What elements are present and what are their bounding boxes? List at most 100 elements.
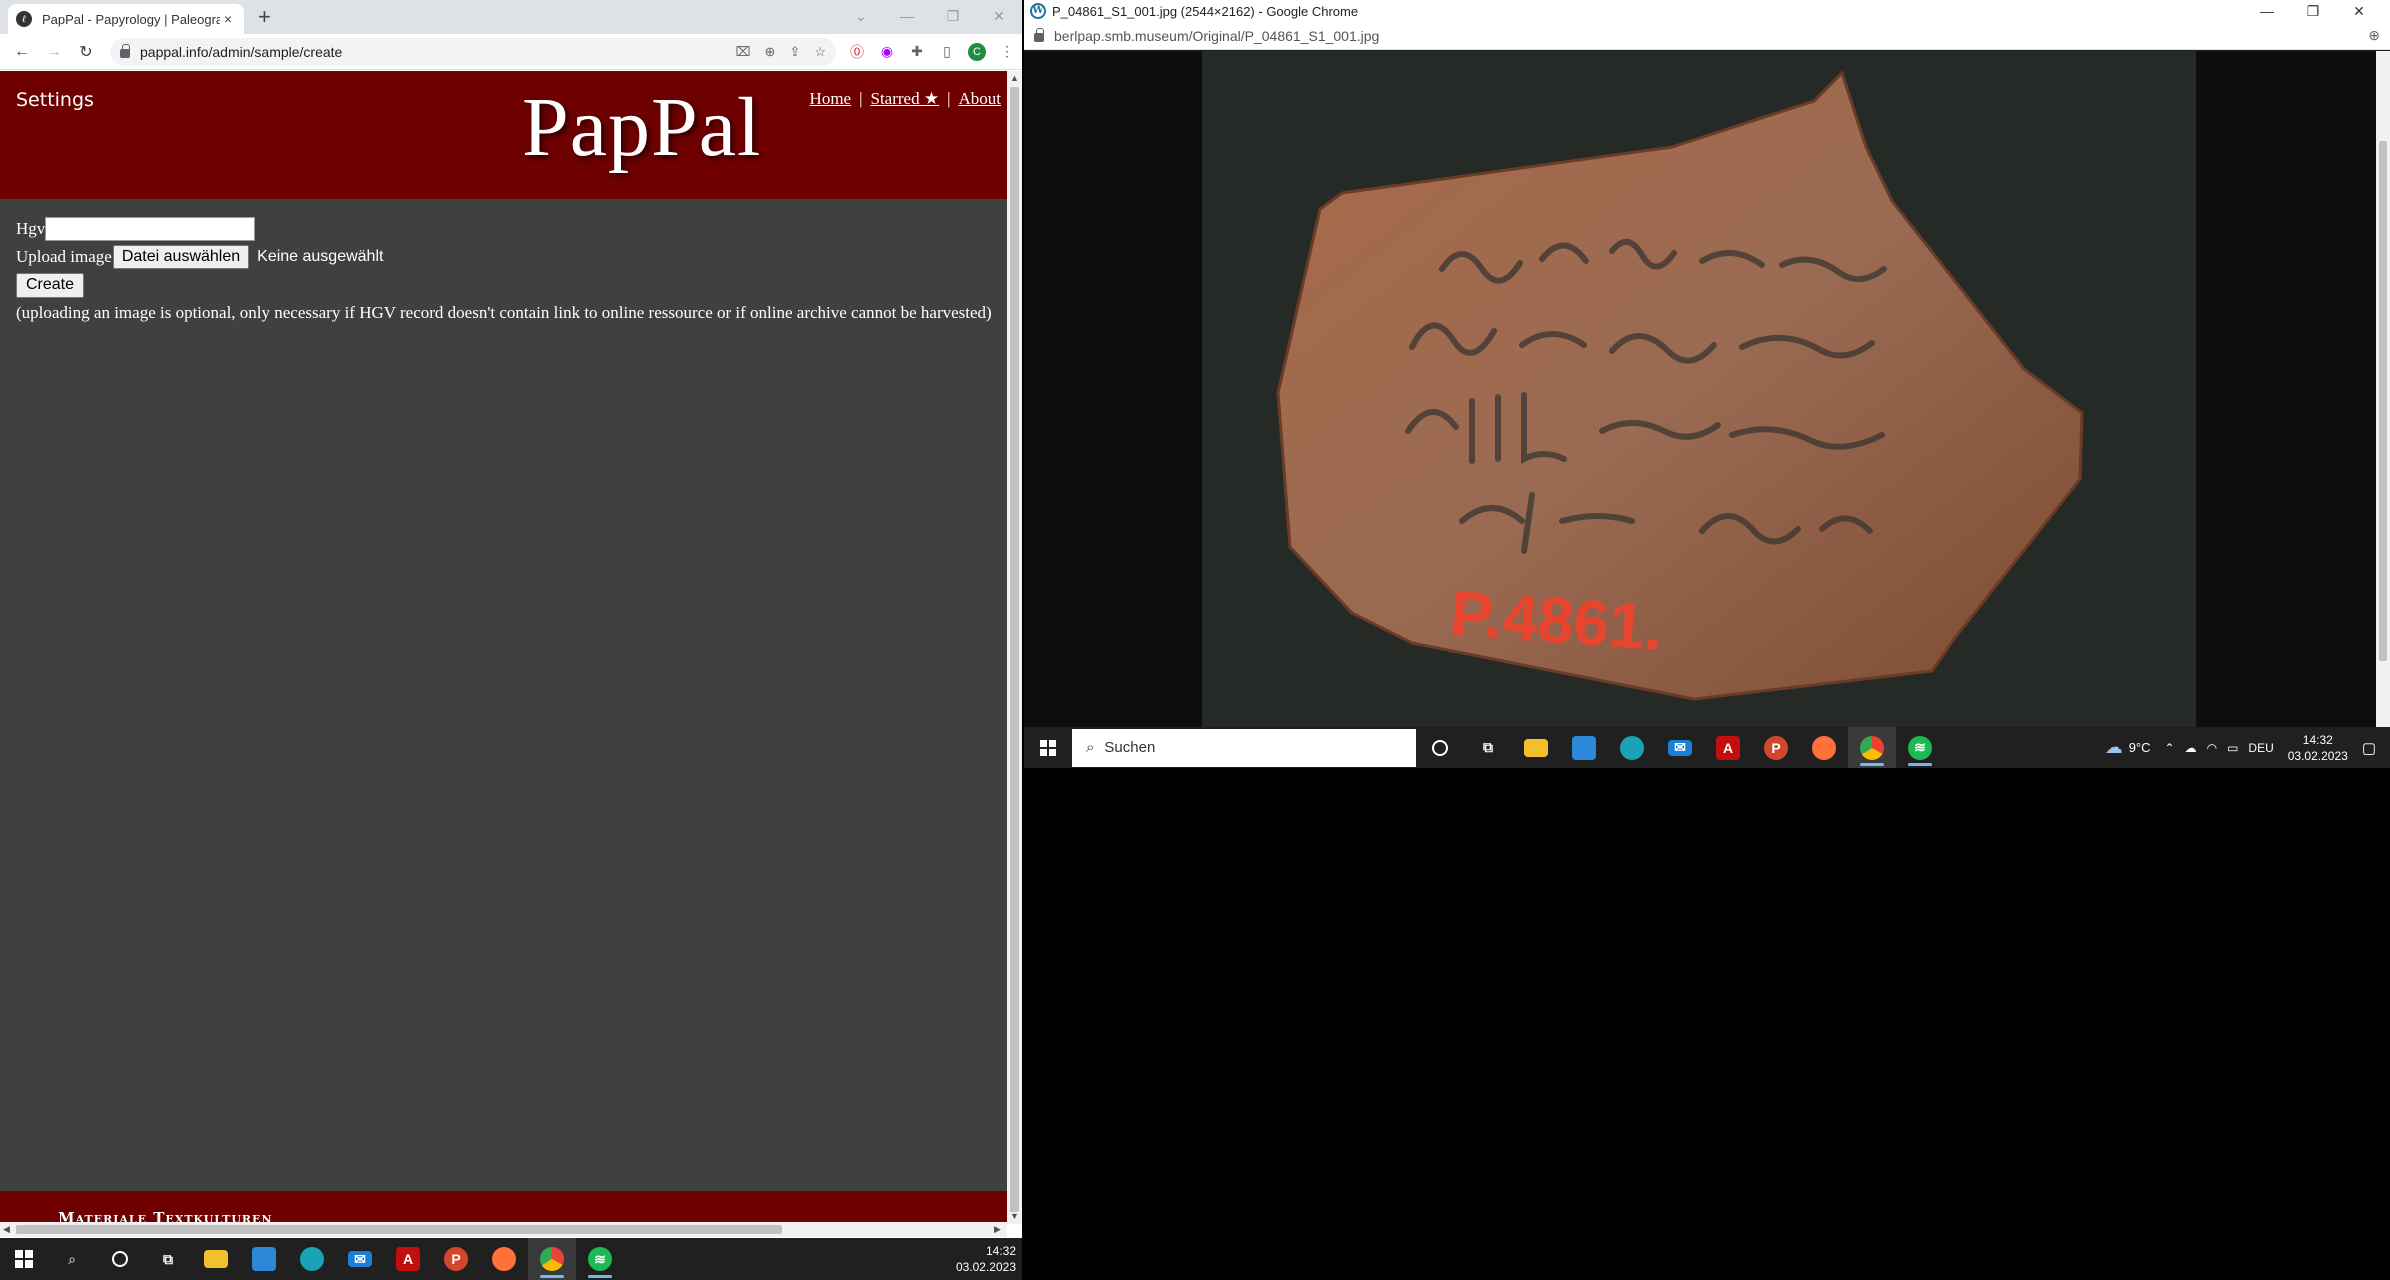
wordpress-favicon-icon: W (1030, 3, 1046, 19)
right-title-bar: W P_04861_S1_001.jpg (2544×2162) - Googl… (1024, 0, 2390, 22)
scroll-down-icon[interactable]: ▼ (1010, 1211, 1019, 1221)
right-address-bar[interactable]: berlpap.smb.museum/Original/P_04861_S1_0… (1024, 22, 2390, 50)
right-browser-window: W P_04861_S1_001.jpg (2544×2162) - Googl… (1024, 0, 2390, 768)
site-logo[interactable]: PapPal (522, 79, 761, 176)
right-start-windows-icon[interactable] (1024, 727, 1072, 768)
close-window-button[interactable]: ✕ (976, 2, 1022, 30)
extension-purple-icon[interactable]: ◉ (872, 43, 902, 60)
tray-chevron-icon[interactable]: ⌃ (2165, 741, 2175, 755)
mail-icon[interactable]: ✉ (336, 1238, 384, 1280)
tab-title: PapPal - Papyrology | Paleograph (42, 11, 220, 27)
right-firefox-icon[interactable] (1800, 727, 1848, 768)
cortana-icon[interactable] (96, 1238, 144, 1280)
chrome-icon[interactable] (528, 1238, 576, 1280)
page-content: Settings PapPal Home | Starred ★ | About Hgv… (0, 71, 1007, 1224)
vertical-scrollbar[interactable]: ▲ ▼ (1007, 71, 1022, 1224)
nav-about-link[interactable]: About (959, 89, 1002, 108)
scroll-right-icon[interactable]: ▶ (994, 1224, 1001, 1235)
forward-icon[interactable]: → (38, 43, 70, 61)
acrobat-icon[interactable]: A (384, 1238, 432, 1280)
weather-widget[interactable]: ☁ 9°C (2105, 737, 2151, 758)
tab-search-icon[interactable]: ⌄ (838, 2, 884, 30)
tab-pappal[interactable]: ℓ PapPal - Papyrology | Paleograph × (8, 4, 244, 34)
right-clock-time: 14:32 (2302, 732, 2333, 747)
back-icon[interactable]: ← (6, 43, 38, 61)
ostracon-inventory-label: P.4861. (1448, 577, 1665, 664)
horizontal-scroll-thumb[interactable] (16, 1225, 782, 1234)
edge-icon[interactable] (288, 1238, 336, 1280)
minimize-button[interactable]: — (884, 2, 930, 30)
side-panel-icon[interactable]: ▯ (932, 43, 962, 60)
taskbar-search-icon: ⌕ (1086, 739, 1095, 756)
battery-icon[interactable]: ▭ (2227, 741, 2238, 755)
nav-home-link[interactable]: Home (810, 89, 852, 108)
scroll-up-icon[interactable]: ▲ (1010, 73, 1019, 83)
right-zoom-icon[interactable]: ⊕ (2368, 27, 2380, 44)
lock-icon (120, 44, 130, 58)
right-file-explorer-icon[interactable] (1512, 727, 1560, 768)
task-view-icon[interactable]: ⧉ (144, 1238, 192, 1280)
notification-icon[interactable]: ▢ (2362, 739, 2376, 757)
image-viewer: P.4861. (1024, 51, 2376, 727)
menu-kebab-icon[interactable]: ⋮ (992, 43, 1022, 60)
right-edge-icon[interactable] (1608, 727, 1656, 768)
wifi-icon[interactable]: ◠ (2207, 741, 2217, 755)
hgv-input[interactable] (45, 217, 256, 241)
right-spotify-icon[interactable]: ≋ (1896, 727, 1944, 768)
extensions-puzzle-icon[interactable]: ✚ (902, 43, 932, 60)
right-lock-icon (1034, 28, 1044, 42)
extension-red-icon[interactable]: ⓪ (842, 42, 872, 62)
search-icon[interactable]: ⌕ (48, 1238, 96, 1280)
right-acrobat-icon[interactable]: A (1704, 727, 1752, 768)
address-url: pappal.info/admin/sample/create (140, 43, 343, 60)
right-taskbar: ⌕ Suchen ⧉ ✉ A P ≋ ☁ 9°C ⌃ ☁ ◠ ▭ DEU 14:… (1024, 727, 2390, 768)
horizontal-scrollbar[interactable]: ◀ ▶ (0, 1222, 1007, 1237)
nav-starred-link[interactable]: Starred ★ (871, 89, 940, 108)
zoom-icon[interactable]: ⊕ (765, 44, 776, 60)
clock-time: 14:32 (985, 1244, 1016, 1258)
create-button[interactable]: Create (16, 272, 85, 298)
settings-link[interactable]: Settings (16, 89, 94, 111)
taskbar-search-box[interactable]: ⌕ Suchen (1072, 728, 1416, 767)
right-window-title: P_04861_S1_001.jpg (2544×2162) - Google … (1052, 3, 1359, 19)
store-icon[interactable] (240, 1238, 288, 1280)
upload-hint-text: (uploading an image is optional, only ne… (16, 303, 992, 322)
address-bar[interactable]: pappal.info/admin/sample/create ⌧ ⊕ ⇪ ☆ (110, 37, 836, 66)
right-vertical-scrollbar[interactable] (2376, 51, 2390, 727)
ostracon-image[interactable]: P.4861. (1202, 51, 2196, 727)
right-clock-date: 03.02.2023 (2287, 748, 2348, 763)
top-navigation: Home | Starred ★ | About (809, 89, 1002, 108)
taskbar-search-placeholder: Suchen (1104, 739, 1156, 756)
right-scroll-thumb[interactable] (2379, 141, 2387, 661)
restore-button[interactable]: ❐ (930, 2, 976, 30)
right-task-view-icon[interactable]: ⧉ (1464, 727, 1512, 768)
profile-avatar[interactable]: C (968, 42, 986, 61)
scroll-left-icon[interactable]: ◀ (3, 1224, 10, 1235)
bookmark-star-icon[interactable]: ☆ (814, 44, 826, 60)
right-chrome-icon[interactable] (1848, 727, 1896, 768)
taskbar-clock[interactable]: 14:32 03.02.2023 (956, 1243, 1022, 1275)
firefox-icon[interactable] (480, 1238, 528, 1280)
right-mail-icon[interactable]: ✉ (1656, 727, 1704, 768)
right-powerpoint-icon[interactable]: P (1752, 727, 1800, 768)
onedrive-icon[interactable]: ☁ (2185, 741, 2197, 755)
translate-icon[interactable]: ⌧ (736, 44, 751, 60)
tab-close-icon[interactable]: × (220, 11, 236, 27)
vertical-scroll-thumb[interactable] (1010, 87, 1019, 1212)
file-status-text: Keine ausgewählt (257, 248, 384, 265)
start-windows-icon[interactable] (0, 1238, 48, 1280)
right-store-icon[interactable] (1560, 727, 1608, 768)
choose-file-button[interactable]: Datei auswählen (112, 245, 250, 269)
right-cortana-icon[interactable] (1416, 727, 1464, 768)
spotify-icon[interactable]: ≋ (576, 1238, 624, 1280)
left-taskbar: ⌕ ⧉ ✉ A P ≋ 14:32 03.02.2023 (0, 1238, 1022, 1280)
file-explorer-icon[interactable] (192, 1238, 240, 1280)
weather-temp: 9°C (2128, 740, 2151, 755)
share-icon[interactable]: ⇪ (789, 44, 800, 60)
clock-date: 03.02.2023 (955, 1260, 1016, 1274)
new-tab-button[interactable]: + (258, 6, 271, 28)
language-indicator[interactable]: DEU (2248, 741, 2273, 755)
right-taskbar-clock[interactable]: 14:32 03.02.2023 (2288, 732, 2348, 764)
reload-icon[interactable]: ↻ (70, 42, 102, 62)
powerpoint-icon[interactable]: P (432, 1238, 480, 1280)
